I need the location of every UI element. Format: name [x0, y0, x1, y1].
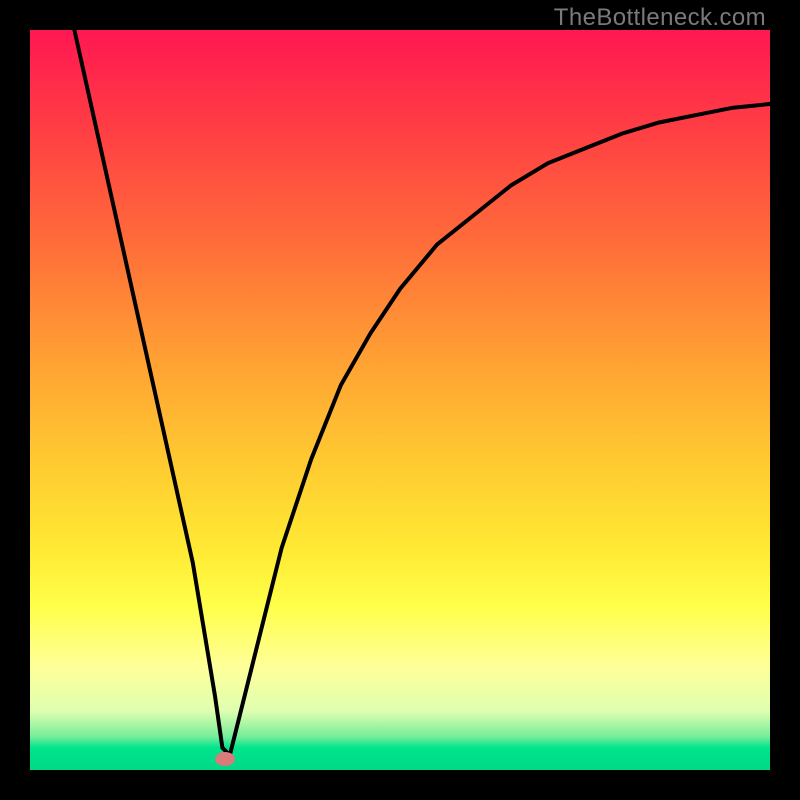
watermark-label: TheBottleneck.com	[554, 4, 766, 32]
bottleneck-curve	[30, 30, 770, 770]
curve-path	[74, 30, 770, 755]
bottleneck-marker	[215, 752, 235, 766]
